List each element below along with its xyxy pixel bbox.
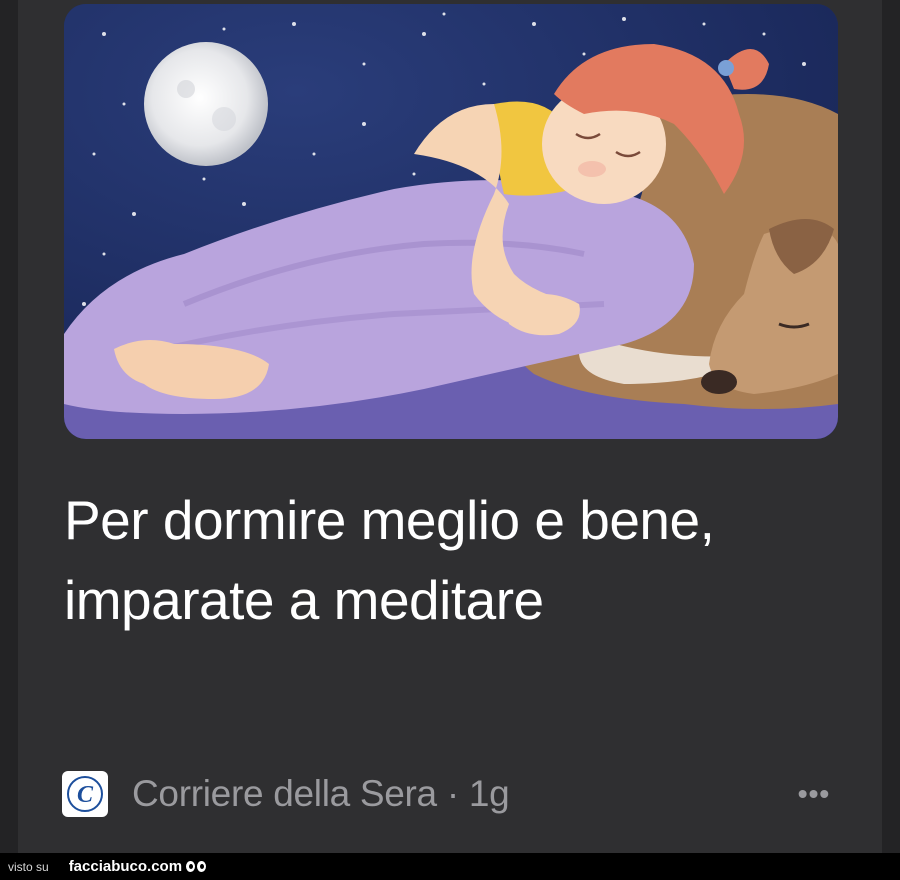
svg-text:C: C: [77, 782, 94, 808]
more-options-button[interactable]: •••: [790, 778, 838, 810]
sleeping-girl-illustration: [64, 4, 838, 439]
meta-separator: ·: [446, 773, 459, 814]
eyes-icon: [186, 861, 207, 872]
source-name[interactable]: Corriere della Sera: [132, 773, 437, 815]
article-image[interactable]: [64, 4, 838, 439]
watermark-prefix: visto su: [8, 859, 49, 874]
watermark-bar: visto su facciabuco.com: [0, 853, 900, 880]
news-card[interactable]: Per dormire meglio e bene, imparate a me…: [18, 0, 882, 853]
watermark-site: facciabuco.com: [68, 858, 183, 875]
article-meta: C Corriere della Sera · 1g •••: [62, 768, 838, 820]
corriere-logo-icon: C: [62, 771, 108, 817]
article-age: 1g: [468, 773, 510, 814]
article-title[interactable]: Per dormire meglio e bene, imparate a me…: [64, 480, 804, 640]
